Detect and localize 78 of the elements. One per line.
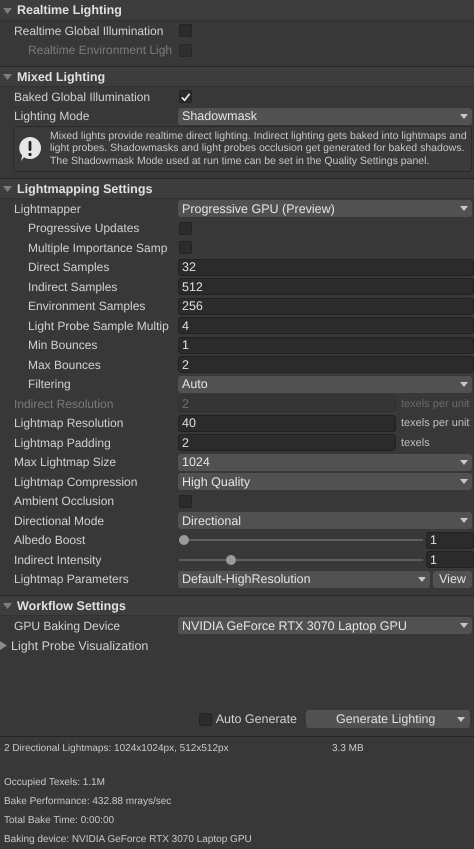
- caret-icon: [460, 206, 468, 212]
- field-label: Max Bounces: [27, 358, 102, 372]
- field-label: Lightmapper: [13, 202, 82, 216]
- triangle-icon: [0, 641, 8, 650]
- stats-text: Bake Performance: 432.88 mrays/sec: [4, 795, 172, 809]
- field-label: Baked Global Illumination: [13, 90, 152, 104]
- caret-icon: [460, 479, 468, 484]
- dropdown[interactable]: High Quality: [178, 473, 472, 490]
- checkbox-label: Auto Generate: [216, 712, 297, 726]
- field-label: Max Lightmap Size: [13, 455, 118, 470]
- dropdown[interactable]: Progressive GPU (Preview): [178, 200, 472, 218]
- dropdown[interactable]: 1024: [178, 454, 472, 471]
- stats-text: 2 Directional Lightmaps: 1024x1024px, 512x512px: [4, 742, 230, 754]
- field-label: Min Bounces: [27, 338, 98, 352]
- field-label: Indirect Samples: [27, 280, 118, 294]
- dropdown[interactable]: Default-HighResolution: [178, 570, 430, 588]
- stats-text: 3.3 MB: [332, 742, 364, 754]
- section-header[interactable]: Lightmapping Settings: [0, 178, 474, 200]
- field-label: Lightmap Parameters: [13, 572, 130, 586]
- checkbox[interactable]: [179, 90, 192, 104]
- slider-thumb[interactable]: [226, 554, 236, 565]
- caret-icon: [418, 576, 426, 582]
- field-label: Indirect Resolution: [13, 396, 114, 411]
- unit-label: texels per unit: [401, 417, 470, 430]
- field-label: Ambient Occlusion: [13, 494, 116, 508]
- section-header[interactable]: Workflow Settings: [0, 595, 474, 616]
- slider-thumb[interactable]: [179, 535, 189, 546]
- field-label: Multiple Importance Samp: [27, 240, 168, 255]
- number-field[interactable]: 256: [178, 298, 474, 315]
- help-text: Mixed lights provide realtime direct lighting. Indirect lighting gets baked into lightmaps and light probes. Shadowmasks and light probes occlusion get generated for baked shadows. The Shadowmask Mode used at run time can be set in the Quality Settings panel.: [50, 130, 467, 168]
- triangle-icon: [3, 72, 12, 81]
- field-label: Direct Samples: [27, 260, 110, 274]
- caret-icon: [460, 460, 468, 465]
- triangle-icon: [3, 184, 12, 194]
- stats-text: Occupied Texels: 1.1M: [4, 776, 106, 790]
- stats-text: Total Bake Time: 0:00:00: [4, 814, 116, 828]
- number-field[interactable]: 1: [178, 336, 474, 354]
- dropdown[interactable]: NVIDIA GeForce RTX 3070 Laptop GPU: [178, 617, 472, 634]
- number-field[interactable]: 1: [426, 532, 474, 549]
- number-field[interactable]: 4: [178, 317, 474, 334]
- unit-label: texels: [401, 436, 430, 449]
- caret-icon: [457, 716, 465, 722]
- caret-icon: [460, 623, 468, 628]
- field-label: Environment Samples: [27, 299, 146, 314]
- caret-icon: [460, 114, 468, 119]
- field-label: Progressive Updates: [27, 221, 140, 236]
- field-label: Lightmap Compression: [13, 474, 138, 489]
- number-field[interactable]: 512: [178, 278, 474, 296]
- number-field[interactable]: 2: [178, 356, 474, 374]
- number-field[interactable]: 40: [178, 414, 396, 432]
- field-label: Lightmap Resolution: [13, 416, 124, 430]
- triangle-icon: [3, 6, 12, 14]
- field-label: GPU Baking Device: [13, 618, 122, 633]
- view-button[interactable]: View: [433, 570, 472, 588]
- stats-text: Baking device: NVIDIA GeForce RTX 3070 Laptop GPU: [4, 833, 253, 847]
- caret-icon: [460, 382, 468, 387]
- section-header[interactable]: Realtime Lighting: [0, 0, 474, 21]
- warning-bubble-icon: [18, 136, 42, 162]
- section-header[interactable]: Mixed Lighting: [0, 66, 474, 87]
- field-label: Indirect Intensity: [13, 552, 102, 567]
- number-field[interactable]: 32: [178, 258, 474, 276]
- caret-icon: [460, 518, 468, 524]
- field-label: Lighting Mode: [13, 109, 90, 124]
- field-label: Directional Mode: [13, 514, 106, 528]
- field-label: Albedo Boost: [13, 533, 86, 548]
- foldout[interactable]: Light Probe Visualization: [0, 636, 474, 656]
- field-label: Filtering: [27, 377, 72, 392]
- field-label: Realtime Environment Ligh: [27, 43, 174, 58]
- generate-lighting-button[interactable]: Generate Lighting: [306, 710, 470, 728]
- dropdown[interactable]: Auto: [178, 376, 472, 393]
- field-label: Light Probe Sample Multip: [27, 318, 170, 333]
- number-field[interactable]: 2: [178, 434, 396, 452]
- dropdown[interactable]: Directional: [178, 512, 472, 530]
- field-label: Lightmap Padding: [13, 436, 112, 450]
- field-label: Realtime Global Illumination: [13, 24, 164, 38]
- number-field[interactable]: 1: [426, 551, 474, 568]
- triangle-icon: [3, 601, 12, 610]
- dropdown[interactable]: Shadowmask: [178, 108, 472, 125]
